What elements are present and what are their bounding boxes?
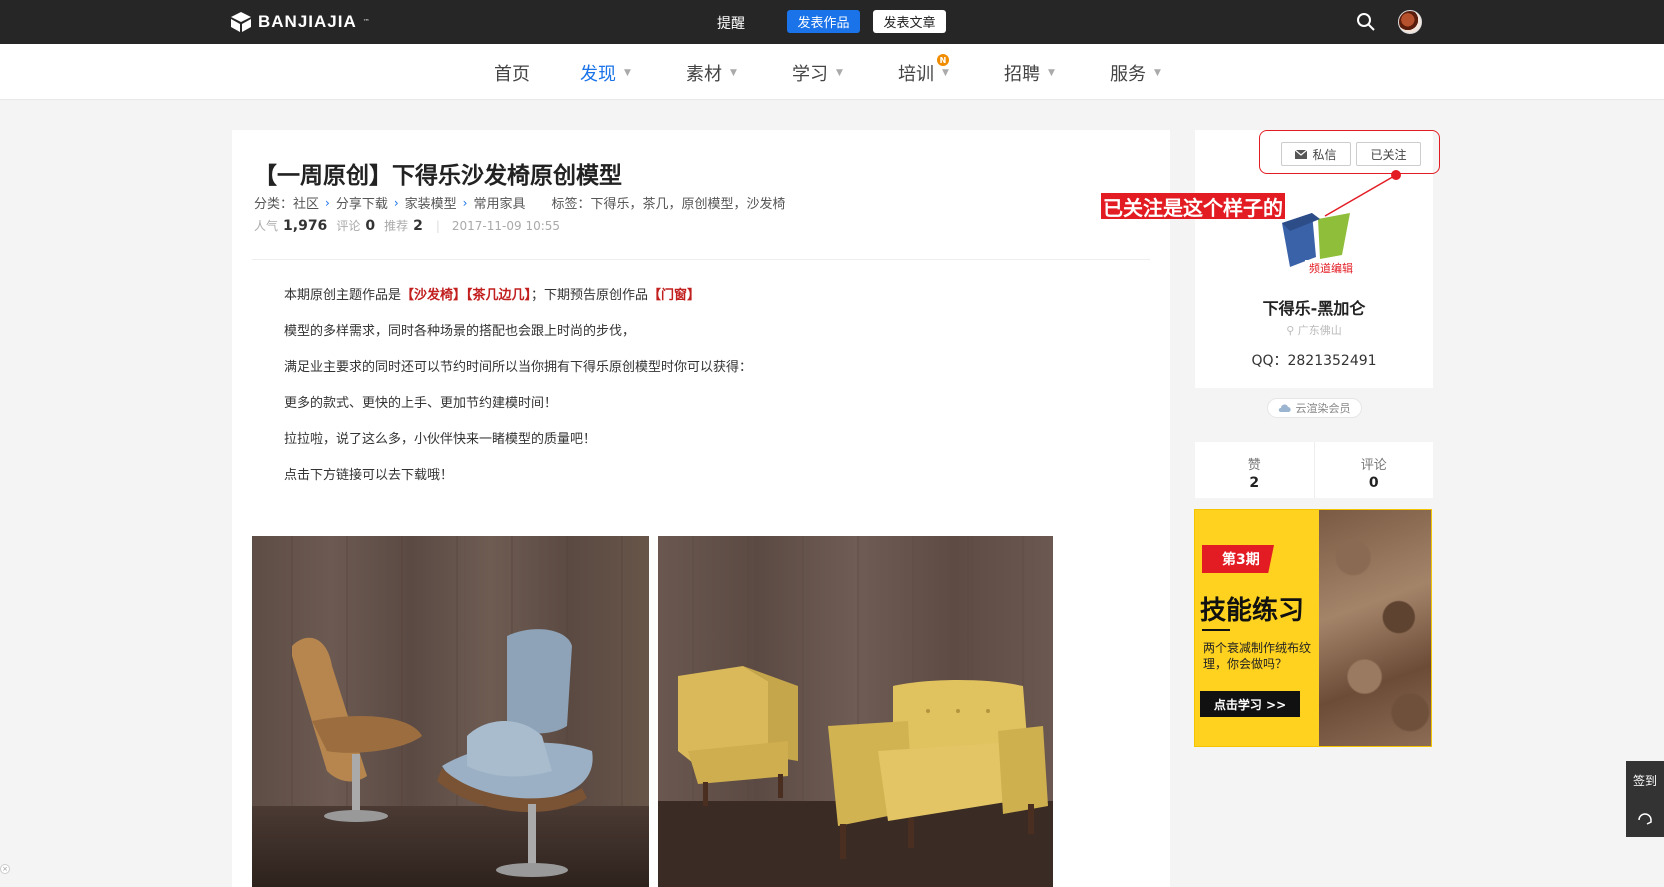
brand-trademark: ™ (362, 18, 370, 26)
post-title: 【一周原创】下得乐沙发椅原创模型 (254, 163, 622, 189)
sign-in-button[interactable]: 签到 (1626, 761, 1664, 799)
location-text: 广东佛山 (1297, 324, 1342, 337)
chevron-down-icon: ▼ (836, 68, 843, 78)
nav-item-discover[interactable]: 发现 ▼ (580, 60, 631, 86)
body-paragraph: 更多的款式、更快的上手、更加节约建模时间！ (284, 396, 558, 411)
nav-label: 首页 (494, 64, 530, 85)
likes-label: 赞 (1247, 458, 1261, 473)
member-strip: 云渲染会员 (1195, 388, 1433, 428)
comments-value: 0 (1368, 475, 1379, 491)
channel-editor-tag: 频道编辑 (1305, 260, 1357, 276)
skill-practice-ad[interactable]: 第3期 技能练习 两个衰减制作绒布纹理，你会做吗？ 点击学习 >> (1194, 509, 1432, 747)
body-paragraph: 拉拉啦，说了这么多，小伙伴快来一睹模型的质量吧！ (284, 432, 597, 447)
nav-label: 发现 (580, 64, 616, 85)
highlight-text: 【门窗】 (648, 288, 701, 303)
annotation-box (1259, 130, 1440, 174)
body-paragraph: 模型的多样需求，同时各种场景的搭配也会跟上时尚的步伐， (284, 324, 636, 339)
text-span: ；下期预告原创作品 (531, 288, 649, 303)
nav-label: 学习 (792, 64, 828, 85)
text-span: 本期原创主题作品是 (284, 288, 402, 303)
nav-item-material[interactable]: 素材 ▼ (686, 60, 737, 86)
chevron-down-icon: ▼ (1154, 68, 1161, 78)
crumb-home-models[interactable]: 家装模型 (405, 193, 457, 212)
nav-label: 培训 (898, 64, 934, 85)
category-label[interactable]: 分类：社区 (254, 193, 319, 212)
crumb-furniture[interactable]: 常用家具 (473, 193, 525, 212)
nav-label: 招聘 (1004, 64, 1040, 85)
nav-label: 素材 (686, 64, 722, 85)
post-image-armchairs[interactable] (658, 536, 1053, 887)
comments-value: 0 (365, 218, 376, 234)
body-paragraph: 满足业主要求的同时还可以节约时间所以当你拥有下得乐原创模型时你可以获得： (284, 360, 753, 375)
member-badge[interactable]: 云渲染会员 (1266, 398, 1362, 418)
brand-logo[interactable]: BANJIAJIA ™ (230, 10, 370, 34)
likes-value: 2 (1249, 475, 1260, 491)
new-badge: N (937, 54, 949, 66)
popularity-value: 1,976 (283, 218, 328, 234)
post-image-lounge-chairs[interactable] (252, 536, 649, 887)
publish-article-button[interactable]: 发表文章 (873, 10, 946, 33)
header-divider (252, 259, 1150, 260)
feedback-button[interactable] (1626, 799, 1664, 837)
crumb-share-download[interactable]: 分享下载 (336, 193, 388, 212)
comments-label: 评论 (1360, 458, 1387, 473)
nav-item-learn[interactable]: 学习 ▼ (792, 60, 843, 86)
search-icon[interactable] (1356, 12, 1376, 32)
recommend-value: 2 (413, 218, 423, 234)
ad-divider (1202, 629, 1230, 631)
author-location: ⚲ 广东佛山 (1195, 322, 1433, 338)
brand-name: BANJIAJIA (258, 12, 357, 31)
chevron-right-icon: › (462, 195, 468, 210)
nav-item-services[interactable]: 服务 ▼ (1110, 60, 1161, 86)
floating-toolbar: 签到 (1626, 761, 1664, 837)
main-nav: 首页 发现 ▼ 素材 ▼ 学习 ▼ 培训 ▼ N 招聘 ▼ 服务 ▼ (0, 44, 1664, 100)
annotation-label: 已关注是这个样子的 (1101, 193, 1285, 220)
ad-subtitle: 两个衰减制作绒布纹理，你会做吗？ (1203, 641, 1312, 671)
publish-work-button[interactable]: 发表作品 (787, 10, 860, 33)
post-tags[interactable]: 标签：下得乐，茶几，原创模型，沙发椅 (552, 193, 786, 212)
location-pin-icon: ⚲ (1286, 324, 1298, 337)
brand-cube-icon (231, 12, 251, 32)
remind-link[interactable]: 提醒 (717, 13, 745, 33)
nav-item-home[interactable]: 首页 (494, 60, 530, 86)
ad-title: 技能练习 (1200, 596, 1305, 626)
body-paragraph: 本期原创主题作品是【沙发椅】【茶几边几】；下期预告原创作品【门窗】 (284, 284, 700, 303)
divider: | (435, 219, 440, 233)
user-avatar[interactable] (1398, 10, 1422, 34)
likes-stat[interactable]: 赞 2 (1195, 442, 1314, 498)
comments-label: 评论 (336, 219, 361, 233)
post-card: 【一周原创】下得乐沙发椅原创模型 分类：社区 › 分享下载 › 家装模型 › 常… (232, 130, 1170, 887)
member-label: 云渲染会员 (1295, 402, 1351, 415)
nav-label: 服务 (1110, 64, 1146, 85)
top-bar: BANJIAJIA ™ 提醒 发表作品 发表文章 (0, 0, 1664, 44)
ad-texture-image (1319, 510, 1431, 746)
headset-icon (1638, 813, 1652, 825)
ad-cta-button[interactable]: 点击学习 >> (1200, 691, 1300, 717)
popularity-label: 人气 (254, 219, 279, 233)
highlight-text: 【沙发椅】【茶几边几】 (401, 288, 532, 303)
author-qq: QQ：2821352491 (1251, 353, 1377, 369)
chevron-right-icon: › (393, 195, 399, 210)
close-icon[interactable]: × (0, 864, 10, 874)
body-paragraph: 点击下方链接可以去下载哦！ (284, 468, 454, 483)
chevron-down-icon: ▼ (730, 68, 737, 78)
author-stats: 赞 2 评论 0 (1195, 442, 1433, 498)
chevron-down-icon: ▼ (1048, 68, 1055, 78)
post-breadcrumb: 分类：社区 › 分享下载 › 家装模型 › 常用家具 标签：下得乐，茶几，原创模… (254, 193, 786, 213)
nav-item-jobs[interactable]: 招聘 ▼ (1004, 60, 1055, 86)
recommend-label: 推荐 (384, 219, 409, 233)
ad-issue-badge: 第3期 (1202, 545, 1274, 573)
cloud-icon (1278, 404, 1291, 412)
post-stats: 人气 1,976 评论 0 推荐 2 | 2017-11-09 10:55 (254, 217, 560, 234)
chevron-right-icon: › (325, 195, 330, 210)
chevron-down-icon: ▼ (624, 68, 631, 78)
author-name[interactable]: 下得乐-黑加仑 (1195, 295, 1433, 319)
post-timestamp: 2017-11-09 10:55 (451, 219, 561, 233)
comments-stat[interactable]: 评论 0 (1313, 442, 1434, 498)
chevron-down-icon: ▼ (942, 68, 949, 78)
